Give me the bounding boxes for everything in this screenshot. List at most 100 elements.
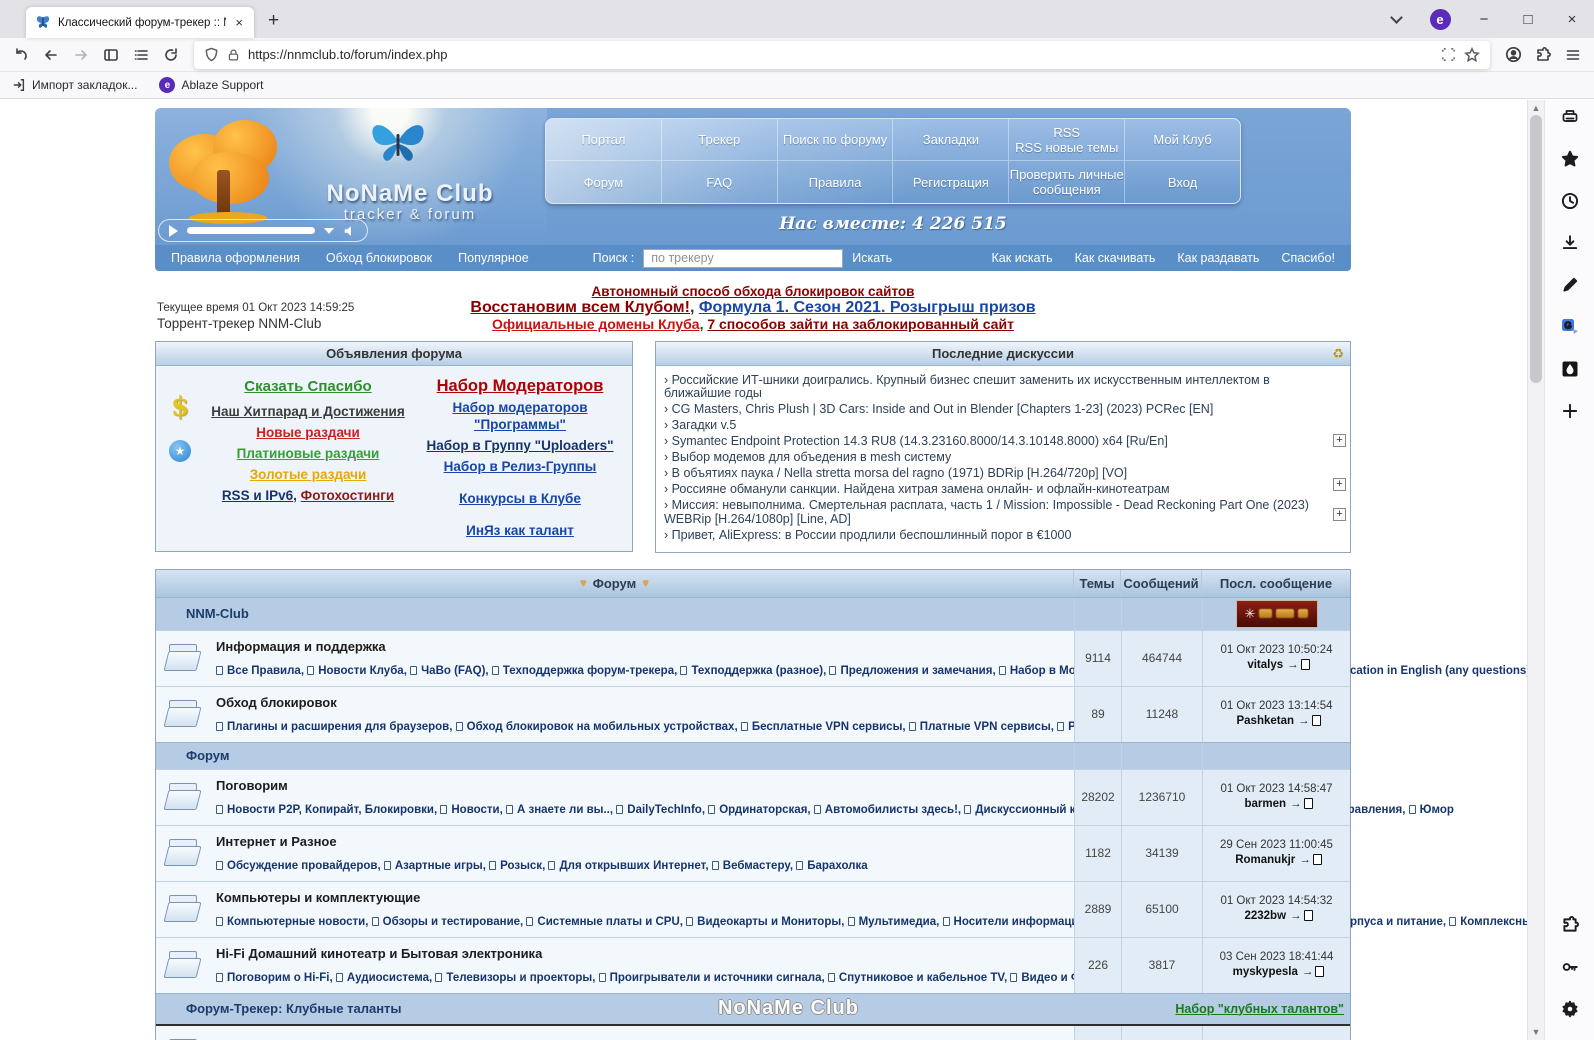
play-icon[interactable] [169,224,178,237]
pencil-icon[interactable] [1561,276,1579,294]
subforum-link[interactable]: Бесплатные VPN сервисы [752,721,903,733]
browser-tab[interactable]: Классический форум-трекер :: N × [26,7,254,38]
menu-hamburger-icon[interactable] [1558,41,1588,69]
lastpost-doc-icon[interactable] [1315,966,1325,977]
subforum-link[interactable]: Поговорим о Hi-Fi [227,972,329,984]
announcement-link[interactable]: Золотые раздачи [202,466,414,483]
subforum-link[interactable]: Для открывших Интернет [559,860,705,872]
announcement-link[interactable]: Набор в Группу "Uploaders" [414,437,626,454]
talents-link[interactable]: Набор "клубных талантов" [1175,1002,1350,1016]
section-link[interactable]: NNM-Club [186,606,249,621]
discussion-link[interactable]: Выбор модемов для объедения в mesh систе… [664,450,1324,465]
subforum-link[interactable]: А знаете ли вы.. [517,804,610,816]
subforum-link[interactable]: Телевизоры и проекторы [446,972,592,984]
strip-link[interactable]: Популярное [458,251,529,265]
close-button[interactable]: × [1550,0,1594,38]
section-link[interactable]: Форум-Трекер: Клубные таланты [186,1001,402,1016]
scrollbar-thumb[interactable] [1530,115,1542,383]
strip-link[interactable]: Правила оформления [171,251,300,265]
nav-item[interactable]: Форум [546,161,662,203]
goto-arrow-icon[interactable]: → [1299,854,1311,866]
tab-close-icon[interactable]: × [233,15,245,30]
subforum-link[interactable]: Носители информации [954,916,1086,928]
reader-list-icon[interactable] [126,41,156,69]
subforum-link[interactable]: Предложения и замечания [840,665,992,677]
forum-title-link[interactable]: Информация и поддержка [216,639,386,654]
notice-link[interactable]: Восстановим всем Клубом! [470,299,690,316]
subforum-link[interactable]: Проигрыватели и источники сигнала [610,972,822,984]
forum-title-link[interactable]: Компьютеры и комплектующие [216,890,420,905]
nav-item[interactable]: Проверить личные сообщения [1009,161,1126,203]
ablaze-logo-icon[interactable]: e [1418,0,1462,38]
new-tab-button[interactable]: + [268,10,279,32]
bookmark-star-icon[interactable] [1464,46,1480,63]
discussion-link[interactable]: CG Masters, Chris Plush | 3D Cars: Insid… [664,402,1324,417]
url-text[interactable]: https://nnmclub.to/forum/index.php [248,47,1433,62]
nav-item[interactable]: Портал [546,119,662,161]
tab-list-chevron-icon[interactable] [1374,0,1418,38]
subforum-link[interactable]: Обход блокировок на мобильных устройства… [467,721,735,733]
dropdown-icon[interactable] [324,227,334,234]
add-plus-icon[interactable] [1561,402,1579,420]
print-icon[interactable] [1561,108,1579,126]
announcement-link[interactable]: RSS и IPv6 [222,488,293,503]
discussion-link[interactable]: Российские ИТ-шники доигрались. Крупный … [664,373,1324,401]
account-icon[interactable] [1498,41,1528,69]
bookmark-ablaze-support[interactable]: e Ablaze Support [159,77,264,93]
announcement-link[interactable]: Платиновые раздачи [202,445,414,462]
subforum-link[interactable]: Вебмастеру [723,860,790,872]
goto-arrow-icon[interactable]: → [1302,966,1314,978]
settings-gear-icon[interactable] [1561,1000,1579,1018]
lastpost-doc-icon[interactable] [1303,910,1313,921]
lastpost-doc-icon[interactable] [1312,854,1322,865]
subforum-link[interactable]: Аудиосистема [347,972,429,984]
strip-link[interactable]: Как искать [992,251,1053,265]
lastpost-user-link[interactable]: barmen [1244,798,1286,810]
speaker-icon[interactable] [343,224,357,238]
discussion-link[interactable]: Symantec Endpoint Protection 14.3 RU8 (1… [664,434,1324,449]
subforum-link[interactable]: Новости Клуба [318,665,403,677]
sidebar-toggle-icon[interactable] [96,41,126,69]
lastpost-user-link[interactable]: vitalys [1247,659,1283,671]
expand-plus-icon[interactable]: + [1333,508,1346,521]
goto-arrow-icon[interactable]: → [1290,910,1302,922]
lastpost-doc-icon[interactable] [1303,798,1313,809]
lastpost-user-link[interactable]: 2232bw [1244,910,1286,922]
lastpost-doc-icon[interactable] [1311,715,1321,726]
expand-plus-icon[interactable]: + [1333,434,1346,447]
notice-link[interactable]: 7 способов зайти на заблокированный сайт [707,316,1014,332]
subforum-link[interactable]: Розыск [500,860,542,872]
subforum-link[interactable]: Автомобилисты здесь! [825,804,958,816]
subforum-link[interactable]: Юмор [1420,804,1454,816]
subforum-link[interactable]: Обсуждение провайдеров [227,860,377,872]
subforum-link[interactable]: Новости [451,804,499,816]
subforum-link[interactable]: Техподдержка (разное) [691,665,823,677]
progress-bar[interactable] [187,227,315,234]
nav-item[interactable]: Поиск по форуму [777,119,894,161]
discussion-link[interactable]: Загадки v.5 [664,418,1324,433]
subforum-link[interactable]: Все Правила [227,665,301,677]
subforum-link[interactable]: Обзоры и тестирование [383,916,520,928]
announcement-link[interactable]: Набор Модераторов [414,378,626,395]
minimize-button[interactable]: − [1462,0,1506,38]
notice-link[interactable]: Официальные домены Клуба [492,316,700,332]
scroll-down-icon[interactable]: ▼ [1531,1027,1541,1037]
announcement-link[interactable]: Наш Хитпарад и Достижения [202,403,414,420]
announcement-link[interactable]: Набор в Релиз-Группы [414,458,626,475]
goto-arrow-icon[interactable]: → [1290,798,1302,810]
subforum-link[interactable]: Видеокарты и Мониторы [697,916,841,928]
discussion-link[interactable]: Привет, AliExpress: в России продлили бе… [664,528,1324,543]
extensions-puzzle-icon[interactable] [1561,916,1579,934]
extensions-puzzle-icon[interactable] [1528,41,1558,69]
forum-title-link[interactable]: Hi-Fi Домашний кинотеатр и Бытовая элект… [216,946,542,961]
banner-image[interactable]: ✳ [1235,599,1318,628]
subforum-link[interactable]: Барахолка [807,860,867,872]
strip-link[interactable]: Обход блокировок [326,251,432,265]
strip-link[interactable]: Спасибо! [1281,251,1335,265]
goto-arrow-icon[interactable]: → [1298,715,1310,727]
forum-title-link[interactable]: Обход блокировок [216,695,337,710]
subforum-link[interactable]: Плагины и расширения для браузеров [227,721,449,733]
screenshot-icon[interactable] [1441,47,1456,62]
expand-plus-icon[interactable]: + [1333,478,1346,491]
refresh-discussions-icon[interactable]: ♻ [1332,346,1344,362]
